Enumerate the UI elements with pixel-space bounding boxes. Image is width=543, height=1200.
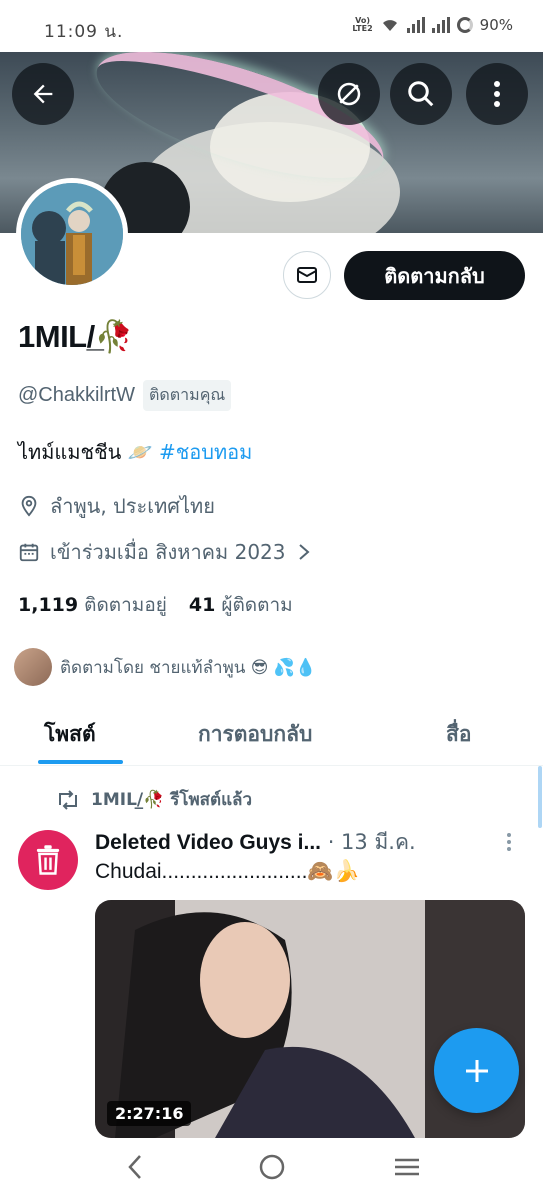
nav-back-button[interactable]: [124, 1152, 146, 1186]
eye-slash-icon: [337, 82, 361, 106]
tab-posts[interactable]: โพสต์: [44, 718, 96, 751]
active-tab-indicator: [38, 760, 123, 764]
tab-replies[interactable]: การตอบกลับ: [198, 718, 312, 751]
plus-icon: [465, 1059, 488, 1082]
repost-label: 1MIL/̲🥀 รีโพสต์แล้ว: [91, 790, 253, 810]
followed-by-row[interactable]: ติดตามโดย ชายแท้ลำพูน 😎 💦💧: [14, 648, 316, 686]
post-author-name[interactable]: Deleted Video Guys i...: [95, 831, 321, 854]
repost-icon: [59, 789, 77, 810]
chevron-left-icon: [128, 1155, 141, 1179]
profile-handle: @ChakkilrtW: [18, 384, 135, 406]
handle-row: @ChakkilrtW ติดตามคุณ: [18, 380, 232, 411]
follows-you-badge: ติดตามคุณ: [142, 380, 232, 411]
followers-stat[interactable]: 41 ผู้ติดตาม: [189, 590, 293, 620]
signal-1-icon: [406, 17, 425, 33]
nav-home-button[interactable]: [257, 1152, 287, 1186]
more-button[interactable]: [466, 63, 528, 125]
hide-button[interactable]: [318, 63, 380, 125]
location-pin-icon: [21, 495, 37, 517]
status-time: 11:09 น.: [44, 22, 124, 42]
profile-tabs: โพสต์ การตอบกลับ สื่อ: [0, 700, 543, 766]
envelope-icon: [297, 267, 317, 283]
followers-count: 41: [188, 594, 216, 616]
location-row: ลำพูน, ประเทศไทย: [18, 490, 215, 522]
arrow-left-icon: [33, 84, 53, 104]
scroll-indicator: [538, 766, 542, 828]
search-button[interactable]: [390, 63, 452, 125]
post-text: Chudai.........................🙈🍌: [95, 860, 360, 883]
volte-indicator: Vo) LTE2: [352, 16, 373, 33]
following-label: ติดตามอยู่: [84, 594, 167, 616]
bio-hashtag-link[interactable]: #ชอบทอม: [159, 440, 252, 464]
following-count: 1,119: [18, 594, 79, 616]
post-header: Deleted Video Guys i... · 13 มี.ค.: [95, 826, 416, 859]
joined-row[interactable]: เข้าร่วมเมื่อ สิงหาคม 2023: [18, 536, 312, 568]
post-author-avatar[interactable]: [18, 830, 78, 890]
followers-label: ผู้ติดตาม: [221, 594, 293, 616]
recents-icon: [395, 1158, 419, 1176]
follow-back-button[interactable]: ติดตามกลับ: [344, 251, 525, 300]
follower-avatar: [14, 648, 52, 686]
tab-media[interactable]: สื่อ: [446, 718, 471, 751]
more-vertical-icon: [494, 81, 500, 107]
signal-2-icon: [431, 17, 450, 33]
message-button[interactable]: [283, 251, 331, 299]
battery-ring-icon: [456, 17, 473, 33]
chevron-right-icon: [298, 544, 310, 560]
home-circle-icon: [259, 1154, 285, 1180]
nav-recents-button[interactable]: [392, 1152, 422, 1186]
post-more-button[interactable]: [506, 832, 512, 852]
status-icons: Vo) LTE2 90%: [352, 16, 513, 34]
bio-text: ไทม์แมชชีน 🪐: [18, 440, 159, 464]
search-icon: [408, 81, 434, 107]
profile-avatar[interactable]: [16, 178, 128, 290]
video-duration: 2:27:16: [107, 1101, 192, 1126]
profile-bio: ไทม์แมชชีน 🪐 #ชอบทอม: [18, 436, 252, 468]
status-bar: 11:09 น. Vo) LTE2 90%: [0, 0, 543, 52]
follow-stats: 1,119 ติดตามอยู่ 41 ผู้ติดตาม: [18, 590, 293, 620]
wifi-icon: [382, 20, 397, 31]
battery-percent: 90%: [479, 16, 513, 34]
more-vertical-icon: [507, 833, 511, 851]
location-text: ลำพูน, ประเทศไทย: [50, 494, 215, 518]
back-button[interactable]: [12, 63, 74, 125]
system-nav-bar: [0, 1138, 543, 1200]
followed-by-text: ติดตามโดย ชายแท้ลำพูน 😎 💦💧: [60, 657, 317, 678]
compose-button[interactable]: [434, 1028, 519, 1113]
following-stat[interactable]: 1,119 ติดตามอยู่: [18, 590, 167, 620]
avatar-image: [21, 183, 123, 285]
repost-context: 1MIL/̲🥀 รีโพสต์แล้ว: [55, 786, 252, 813]
post-date: · 13 มี.ค.: [321, 830, 416, 854]
display-name: 1MIL/̲🥀: [18, 319, 133, 354]
joined-text: เข้าร่วมเมื่อ สิงหาคม 2023: [50, 540, 286, 564]
trash-icon: [36, 845, 60, 875]
calendar-icon: [19, 543, 39, 562]
